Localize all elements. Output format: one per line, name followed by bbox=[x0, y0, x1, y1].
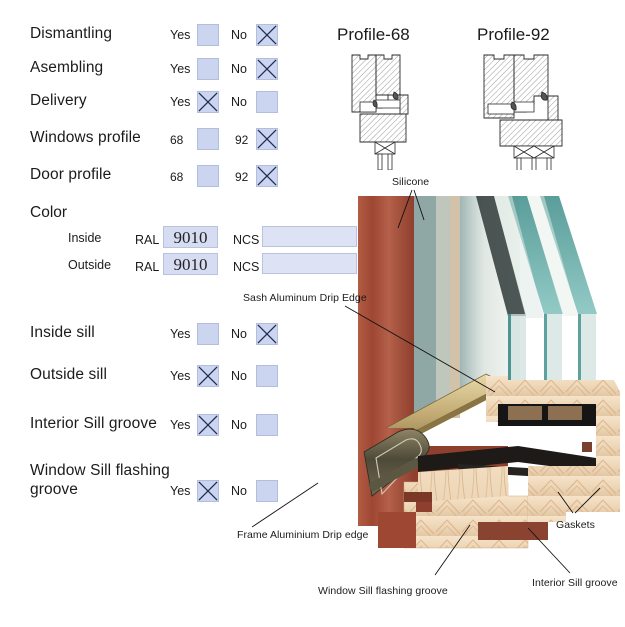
option-no-label-interior-sill-groove: No bbox=[231, 418, 247, 432]
option-label-dismantling: Dismantling bbox=[30, 25, 113, 42]
checkbox-dismantling-yes[interactable] bbox=[197, 24, 219, 46]
option-yes-label-window-sill-flashing-groove: Yes bbox=[170, 484, 191, 498]
checkbox-interior-sill-groove-no[interactable] bbox=[256, 414, 278, 436]
checkbox-dismantling-no[interactable] bbox=[256, 24, 278, 46]
option-no-label-asembling: No bbox=[231, 62, 247, 76]
checkbox-interior-sill-groove-yes[interactable] bbox=[197, 414, 219, 436]
color-outside-ral-label: RAL bbox=[135, 260, 160, 274]
checkbox-asembling-yes[interactable] bbox=[197, 58, 219, 80]
callout-frame-aluminium-drip-edge: Frame Aluminium Drip edge bbox=[237, 529, 369, 541]
color-outside-ncs-label: NCS bbox=[233, 260, 260, 274]
option-yes-label-inside-sill: Yes bbox=[170, 327, 191, 341]
profile-92-title: Profile-92 bbox=[477, 25, 550, 44]
input-inside-ral[interactable]: 9010 bbox=[163, 226, 218, 248]
option-92-label-door-profile: 92 bbox=[235, 170, 249, 184]
option-label-windows-profile: Windows profile bbox=[30, 129, 141, 146]
option-yes-label-interior-sill-groove: Yes bbox=[170, 418, 191, 432]
option-no-label-window-sill-flashing-groove: No bbox=[231, 484, 247, 498]
profile-68-title: Profile-68 bbox=[337, 25, 410, 44]
callout-gaskets: Gaskets bbox=[556, 519, 595, 531]
callout-interior-sill-groove: Interior Sill groove bbox=[532, 577, 618, 589]
option-label-interior-sill-groove: Interior Sill groove bbox=[30, 415, 157, 432]
callout-silicone: Silicone bbox=[392, 176, 430, 188]
option-no-label-delivery: No bbox=[231, 95, 247, 109]
profile-68-cross-section bbox=[330, 50, 440, 175]
window-corner-cutaway-image bbox=[358, 196, 625, 556]
checkbox-windows-profile-68[interactable] bbox=[197, 128, 219, 150]
color-inside-label: Inside bbox=[68, 231, 102, 245]
checkbox-outside-sill-no[interactable] bbox=[256, 365, 278, 387]
checkbox-asembling-no[interactable] bbox=[256, 58, 278, 80]
checkbox-delivery-no[interactable] bbox=[256, 91, 278, 113]
option-label-asembling: Asembling bbox=[30, 59, 104, 76]
checkbox-window-sill-flashing-groove-no[interactable] bbox=[256, 480, 278, 502]
option-label-door-profile: Door profile bbox=[30, 166, 112, 183]
callout-window-sill-flashing-groove: Window Sill flashing groove bbox=[318, 585, 448, 597]
checkbox-delivery-yes[interactable] bbox=[197, 91, 219, 113]
color-section-title: Color bbox=[30, 204, 68, 221]
option-68-label-windows-profile: 68 bbox=[170, 133, 184, 147]
spec-sheet: Dismantling Yes No Asembling Yes No Deli… bbox=[0, 0, 625, 627]
option-no-label-inside-sill: No bbox=[231, 327, 247, 341]
color-inside-ral-label: RAL bbox=[135, 233, 160, 247]
callout-sash-aluminum-drip-edge: Sash Aluminum Drip Edge bbox=[243, 292, 367, 304]
checkbox-window-sill-flashing-groove-yes[interactable] bbox=[197, 480, 219, 502]
color-inside-ncs-label: NCS bbox=[233, 233, 260, 247]
option-label-inside-sill: Inside sill bbox=[30, 324, 95, 341]
checkbox-inside-sill-yes[interactable] bbox=[197, 323, 219, 345]
input-outside-ncs[interactable] bbox=[262, 253, 357, 274]
checkbox-inside-sill-no[interactable] bbox=[256, 323, 278, 345]
input-inside-ncs[interactable] bbox=[262, 226, 357, 247]
checkbox-door-profile-68[interactable] bbox=[197, 165, 219, 187]
option-label-outside-sill: Outside sill bbox=[30, 366, 108, 383]
profile-92-cross-section bbox=[470, 50, 595, 175]
option-yes-label-dismantling: Yes bbox=[170, 28, 191, 42]
option-no-label-dismantling: No bbox=[231, 28, 247, 42]
checkbox-outside-sill-yes[interactable] bbox=[197, 365, 219, 387]
option-yes-label-asembling: Yes bbox=[170, 62, 191, 76]
option-yes-label-outside-sill: Yes bbox=[170, 369, 191, 383]
input-outside-ral[interactable]: 9010 bbox=[163, 253, 218, 275]
option-92-label-windows-profile: 92 bbox=[235, 133, 249, 147]
option-label-delivery: Delivery bbox=[30, 92, 87, 109]
option-yes-label-delivery: Yes bbox=[170, 95, 191, 109]
checkbox-door-profile-92[interactable] bbox=[256, 165, 278, 187]
checkbox-windows-profile-92[interactable] bbox=[256, 128, 278, 150]
color-outside-label: Outside bbox=[68, 258, 112, 272]
option-68-label-door-profile: 68 bbox=[170, 170, 184, 184]
option-no-label-outside-sill: No bbox=[231, 369, 247, 383]
option-label-window-sill-flashing-groove: Window Sill flashing groove bbox=[30, 462, 170, 498]
